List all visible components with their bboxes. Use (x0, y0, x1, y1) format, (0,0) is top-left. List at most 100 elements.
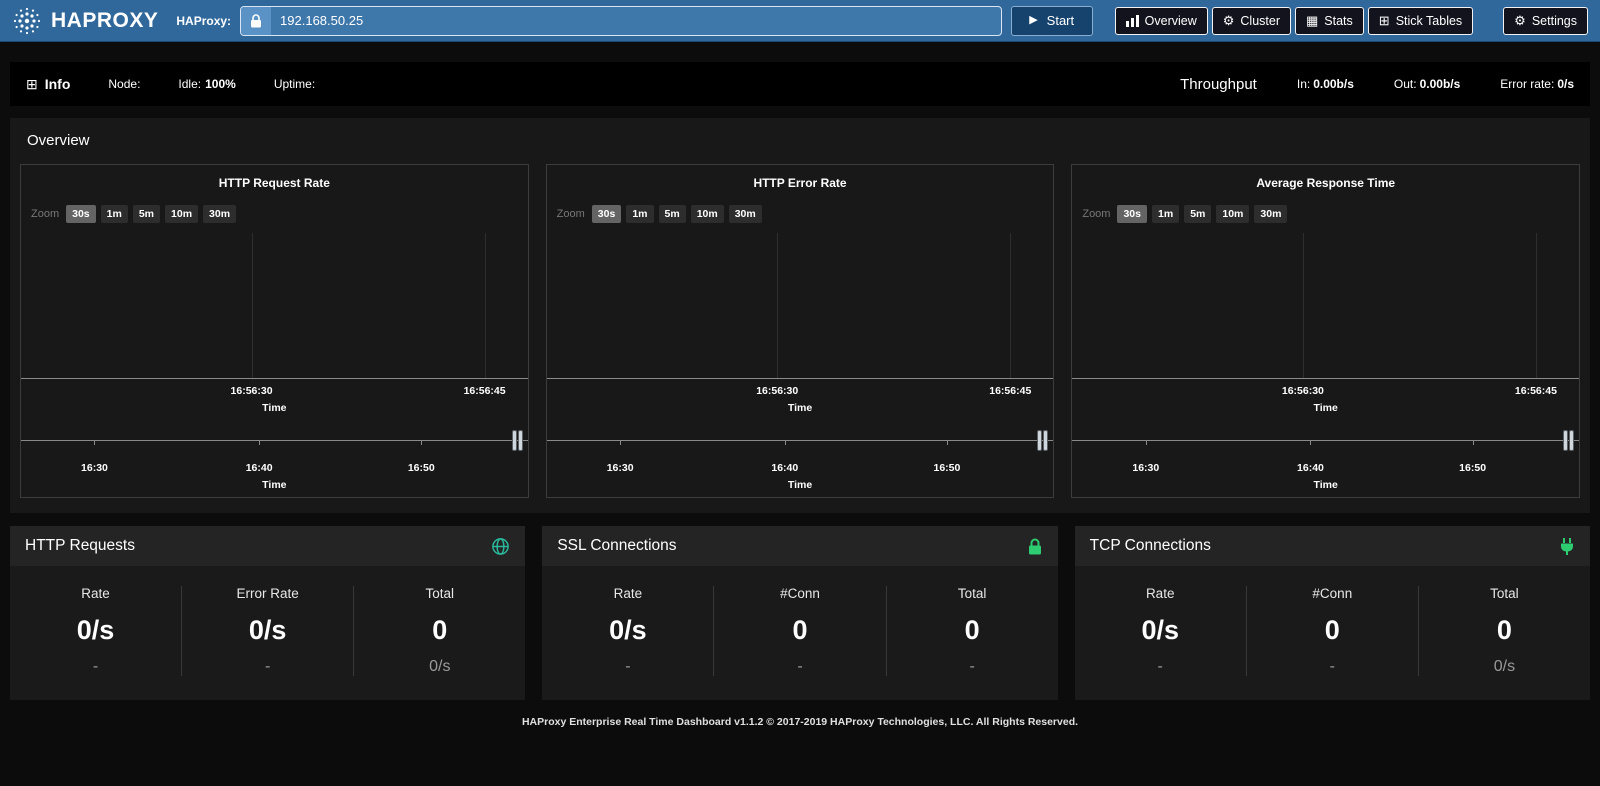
range-tick: 16:50 (934, 462, 961, 474)
range-tick-mark (620, 440, 621, 445)
range-brush-handle[interactable] (1563, 430, 1574, 451)
stat-header: Total (354, 586, 525, 601)
info-toggle[interactable]: ⊞ Info (26, 76, 70, 93)
zoom-10m-button[interactable]: 10m (165, 205, 198, 223)
idle-label: Idle: (178, 77, 201, 91)
zoom-30s-button[interactable]: 30s (592, 205, 622, 223)
nav-overview-label: Overview (1145, 14, 1197, 28)
zoom-30m-button[interactable]: 30m (729, 205, 762, 223)
zoom-30m-button[interactable]: 30m (203, 205, 236, 223)
range-tick: 16:30 (1132, 462, 1159, 474)
x-axis-label: Time (547, 402, 1054, 414)
card-header: SSL Connections (542, 526, 1057, 566)
range-brush-handle[interactable] (512, 430, 523, 451)
range-tick: 16:40 (771, 462, 798, 474)
zoom-30m-button[interactable]: 30m (1254, 205, 1287, 223)
gridline (777, 233, 778, 378)
stat-value: 0 (354, 617, 525, 644)
throughput-group: Throughput In:0.00b/s Out:0.00b/s Error … (1180, 76, 1574, 93)
gridline (1303, 233, 1304, 378)
stat-sub: - (1247, 658, 1418, 676)
range-tick: 16:40 (246, 462, 273, 474)
address-input-group (240, 6, 1002, 36)
range-axis-ticks: 16:30 16:40 16:50 (1072, 462, 1579, 475)
in-label: In: (1297, 77, 1310, 91)
chart-title: Average Response Time (1072, 165, 1579, 190)
nav-overview-button[interactable]: Overview (1115, 7, 1208, 35)
nav-cluster-label: Cluster (1240, 14, 1280, 28)
x-axis-label: Time (1072, 402, 1579, 414)
stat-sub: - (182, 658, 353, 676)
out-label: Out: (1394, 77, 1417, 91)
play-icon: ▶ (1029, 15, 1037, 26)
stat-rate: Rate 0/s - (1075, 586, 1247, 676)
range-tick-mark (785, 440, 786, 445)
range-axis-label: Time (1072, 479, 1579, 491)
gridline (485, 233, 486, 378)
range-axis-label: Time (547, 479, 1054, 491)
idle-stat: Idle:100% (178, 77, 235, 91)
range-selector[interactable] (1072, 426, 1579, 456)
table-icon: ▦ (1306, 14, 1318, 27)
throughput-title: Throughput (1180, 76, 1257, 93)
zoom-1m-button[interactable]: 1m (626, 205, 653, 223)
zoom-5m-button[interactable]: 5m (1184, 205, 1211, 223)
x-tick: 16:56:30 (231, 385, 273, 397)
nav-stick-tables-button[interactable]: ⊞ Stick Tables (1368, 7, 1473, 35)
zoom-5m-button[interactable]: 5m (659, 205, 686, 223)
address-input[interactable] (271, 7, 1001, 35)
charts-row: HTTP Request Rate Zoom 30s 1m 5m 10m 30m… (20, 164, 1580, 498)
zoom-control: Zoom 30s 1m 5m 10m 30m (557, 205, 1054, 223)
x-axis-ticks: 16:56:30 16:56:45 (547, 385, 1054, 398)
chart-panel-http-error-rate: HTTP Error Rate Zoom 30s 1m 5m 10m 30m 1… (546, 164, 1055, 498)
stat-value: 0 (887, 617, 1058, 644)
zoom-30s-button[interactable]: 30s (66, 205, 96, 223)
stat-rate: Rate 0/s - (10, 586, 182, 676)
nav-cluster-button[interactable]: ⚙ Cluster (1212, 7, 1291, 35)
range-selector[interactable] (21, 426, 528, 456)
address-field-label: HAProxy: (176, 14, 231, 28)
info-bar: ⊞ Info Node: Idle:100% Uptime: Throughpu… (10, 62, 1590, 106)
zoom-10m-button[interactable]: 10m (691, 205, 724, 223)
zoom-label: Zoom (557, 208, 585, 220)
info-title-label: Info (45, 76, 71, 92)
stat-header: Total (887, 586, 1058, 601)
range-brush-handle[interactable] (1037, 430, 1048, 451)
stat-rate: Rate 0/s - (542, 586, 714, 676)
stat-header: Rate (1075, 586, 1246, 601)
throughput-in: In:0.00b/s (1297, 77, 1354, 91)
stat-header: #Conn (1247, 586, 1418, 601)
chart-title: HTTP Error Rate (547, 165, 1054, 190)
card-header: HTTP Requests (10, 526, 525, 566)
chart-panel-average-response-time: Average Response Time Zoom 30s 1m 5m 10m… (1071, 164, 1580, 498)
range-track (547, 440, 1054, 441)
start-button[interactable]: ▶ Start (1011, 6, 1093, 36)
card-ssl-connections: SSL Connections Rate 0/s - #Conn 0 - Tot… (542, 526, 1057, 700)
gridline (1536, 233, 1537, 378)
card-title: HTTP Requests (25, 537, 135, 555)
chart-panel-http-request-rate: HTTP Request Rate Zoom 30s 1m 5m 10m 30m… (20, 164, 529, 498)
top-navigation-bar: HAPROXY HAProxy: ▶ Start Overview ⚙ Clus… (0, 0, 1600, 42)
chart-plot-area (547, 233, 1054, 379)
range-tick-mark (259, 440, 260, 445)
stat-sub: - (887, 658, 1058, 676)
zoom-1m-button[interactable]: 1m (1152, 205, 1179, 223)
nav-stats-button[interactable]: ▦ Stats (1295, 7, 1364, 35)
stat-sub: 0/s (354, 658, 525, 676)
zoom-10m-button[interactable]: 10m (1216, 205, 1249, 223)
stat-sub: 0/s (1419, 658, 1590, 676)
plug-icon (1559, 537, 1575, 556)
range-track (21, 440, 528, 441)
zoom-1m-button[interactable]: 1m (101, 205, 128, 223)
range-selector[interactable] (547, 426, 1054, 456)
zoom-control: Zoom 30s 1m 5m 10m 30m (31, 205, 528, 223)
settings-button[interactable]: ⚙ Settings (1503, 7, 1588, 35)
stat-header: Rate (542, 586, 713, 601)
stat-value: 0/s (182, 617, 353, 644)
zoom-30s-button[interactable]: 30s (1117, 205, 1147, 223)
chart-plot-area (1072, 233, 1579, 379)
zoom-5m-button[interactable]: 5m (133, 205, 160, 223)
x-tick: 16:56:45 (989, 385, 1031, 397)
range-tick-mark (94, 440, 95, 445)
globe-icon (491, 537, 510, 556)
